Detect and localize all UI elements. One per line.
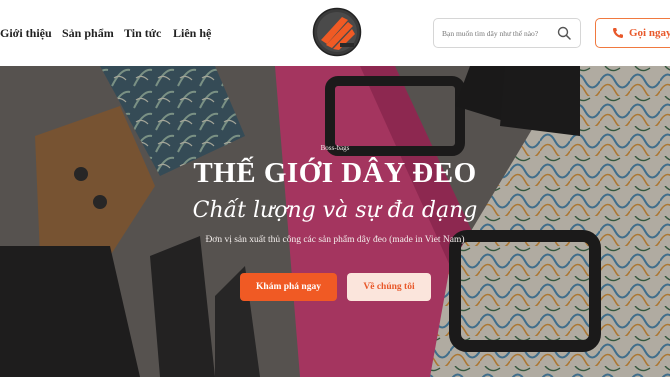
site-header: Giới thiệu Sản phẩm Tin tức Liên hệ Gọi … [0, 0, 670, 66]
hero-description: Đơn vị sản xuất thủ công các sản phẩm dâ… [205, 235, 465, 245]
call-now-button[interactable]: Gọi ngay [595, 18, 670, 48]
nav-item-contact[interactable]: Liên hệ [173, 26, 211, 41]
hero-banner: Boss-bags THẾ GIỚI DÂY ĐEO Chất lượng và… [0, 66, 670, 377]
hero-eyebrow: Boss-bags [320, 144, 350, 152]
search-input[interactable] [442, 26, 554, 40]
call-now-label: Gọi ngay [629, 27, 670, 39]
explore-now-button[interactable]: Khám phá ngay [240, 273, 337, 301]
nav-item-news[interactable]: Tin tức [124, 26, 161, 41]
about-us-label: Về chúng tôi [363, 282, 415, 292]
phone-icon [613, 28, 623, 38]
nav-item-products[interactable]: Sản phẩm [62, 26, 114, 41]
search-icon[interactable] [557, 26, 571, 40]
site-logo[interactable] [312, 7, 362, 57]
nav-item-about[interactable]: Giới thiệu [0, 26, 52, 41]
about-us-button[interactable]: Về chúng tôi [347, 273, 431, 301]
boss-bags-logo-icon [312, 7, 362, 57]
search-box[interactable] [433, 18, 581, 48]
explore-now-label: Khám phá ngay [256, 282, 321, 292]
hero-subtitle: Chất lượng và sự đa dạng [192, 198, 478, 223]
hero-title: THẾ GIỚI DÂY ĐEO [193, 157, 477, 189]
